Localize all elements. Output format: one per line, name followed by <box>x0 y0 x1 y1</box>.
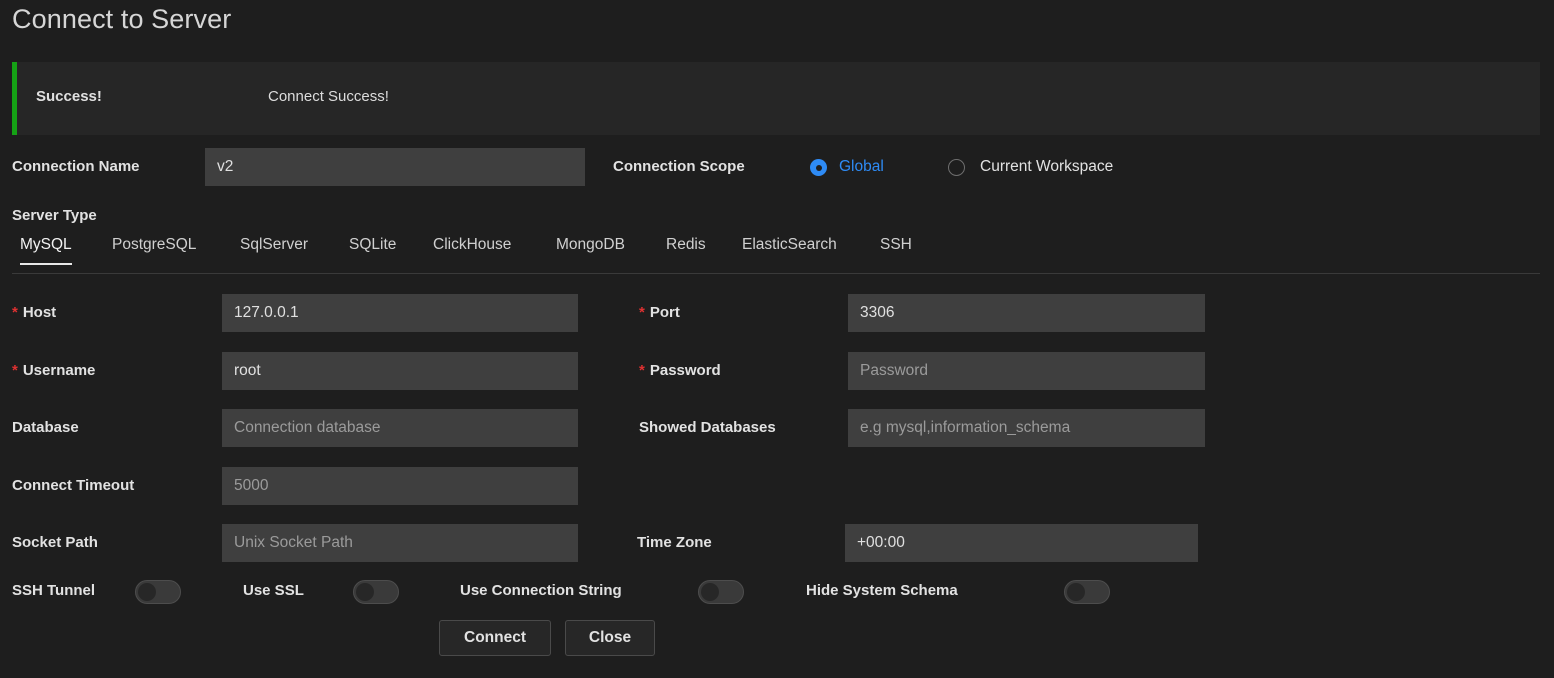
tab-postgresql[interactable]: PostgreSQL <box>112 236 196 265</box>
password-label-text: Password <box>649 362 721 379</box>
radio-current-workspace[interactable] <box>948 159 965 176</box>
connection-name-label: Connection Name <box>12 158 140 175</box>
database-label: Database <box>12 419 79 436</box>
password-label: * Password <box>639 362 721 379</box>
page-title: Connect to Server <box>12 4 232 34</box>
port-label: * Port <box>639 304 680 321</box>
socket-path-label: Socket Path <box>12 534 98 551</box>
use-connection-string-label: Use Connection String <box>460 582 622 599</box>
username-label-text: Username <box>22 362 96 379</box>
toggle-knob <box>138 583 156 601</box>
hide-system-schema-toggle[interactable] <box>1064 580 1110 604</box>
toggle-knob <box>1067 583 1085 601</box>
hide-system-schema-label: Hide System Schema <box>806 582 958 599</box>
showed-databases-label: Showed Databases <box>639 419 776 436</box>
socket-path-input[interactable] <box>222 524 578 562</box>
port-input[interactable] <box>848 294 1205 332</box>
required-marker: * <box>12 304 18 321</box>
use-connection-string-toggle[interactable] <box>698 580 744 604</box>
banner-title: Success! <box>36 88 102 105</box>
showed-databases-input[interactable] <box>848 409 1205 447</box>
tab-sqlite[interactable]: SQLite <box>349 236 396 265</box>
success-banner: Success! Connect Success! <box>12 62 1540 135</box>
username-input[interactable] <box>222 352 578 390</box>
banner-accent-bar <box>12 62 17 135</box>
use-ssl-toggle[interactable] <box>353 580 399 604</box>
ssh-tunnel-toggle[interactable] <box>135 580 181 604</box>
host-label: * Host <box>12 304 56 321</box>
radio-global-label[interactable]: Global <box>839 158 884 176</box>
toggle-knob <box>356 583 374 601</box>
radio-current-workspace-label[interactable]: Current Workspace <box>980 158 1113 176</box>
server-type-label: Server Type <box>12 207 97 224</box>
required-marker: * <box>639 362 645 379</box>
host-input[interactable] <box>222 294 578 332</box>
server-type-tabs: MySQL PostgreSQL SqlServer SQLite ClickH… <box>0 236 1540 274</box>
use-ssl-label: Use SSL <box>243 582 304 599</box>
required-marker: * <box>639 304 645 321</box>
required-marker: * <box>12 362 18 379</box>
radio-global[interactable] <box>810 159 827 176</box>
ssh-tunnel-label: SSH Tunnel <box>12 582 96 599</box>
connect-button[interactable]: Connect <box>439 620 551 656</box>
connection-name-input[interactable] <box>205 148 585 186</box>
time-zone-label: Time Zone <box>637 534 712 551</box>
connection-scope-label: Connection Scope <box>613 158 745 175</box>
tab-redis[interactable]: Redis <box>666 236 706 265</box>
tab-mysql[interactable]: MySQL <box>20 236 72 265</box>
close-button[interactable]: Close <box>565 620 655 656</box>
toggle-knob <box>701 583 719 601</box>
password-input[interactable] <box>848 352 1205 390</box>
database-input[interactable] <box>222 409 578 447</box>
tab-mongodb[interactable]: MongoDB <box>556 236 625 265</box>
port-label-text: Port <box>649 304 680 321</box>
tabs-divider <box>12 273 1540 274</box>
tab-elasticsearch[interactable]: ElasticSearch <box>742 236 837 265</box>
connect-timeout-label: Connect Timeout <box>12 477 135 494</box>
time-zone-input[interactable] <box>845 524 1198 562</box>
host-label-text: Host <box>22 304 57 321</box>
tab-clickhouse[interactable]: ClickHouse <box>433 236 511 265</box>
tab-ssh[interactable]: SSH <box>880 236 912 265</box>
tab-sqlserver[interactable]: SqlServer <box>240 236 308 265</box>
banner-message: Connect Success! <box>268 88 389 105</box>
username-label: * Username <box>12 362 95 379</box>
connect-timeout-input[interactable] <box>222 467 578 505</box>
